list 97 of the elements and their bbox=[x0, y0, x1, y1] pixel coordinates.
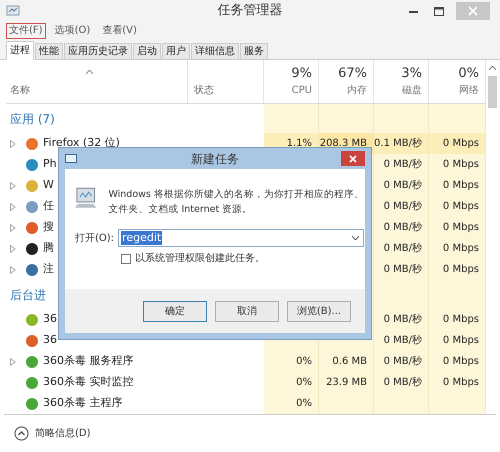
expand-icon[interactable] bbox=[10, 358, 16, 366]
table-cell: 0 MB/秒 bbox=[374, 154, 429, 175]
dialog-message: Windows 将根据你所键入的名称，为你打开相应的程序、文件夹、文档或 Internet 资源。 bbox=[108, 188, 365, 217]
details-toggle-link[interactable]: 简略信息(D) bbox=[35, 426, 91, 441]
close-icon bbox=[349, 154, 357, 162]
scrollbar-thumb[interactable] bbox=[488, 76, 496, 108]
app-icon bbox=[6, 5, 20, 17]
table-cell: 0 Mbps bbox=[429, 217, 486, 238]
dialog-title: 新建任务 bbox=[191, 150, 239, 168]
window-title: 任务管理器 bbox=[218, 2, 282, 20]
usage-percent: 9% bbox=[291, 64, 312, 82]
table-cell bbox=[319, 393, 374, 414]
table-cell bbox=[374, 393, 429, 414]
table-cell: 0 Mbps bbox=[429, 238, 486, 259]
dialog-button[interactable]: 确定 bbox=[143, 300, 207, 322]
table-cell: 0 MB/秒 bbox=[374, 217, 429, 238]
table-cell: 0 Mbps bbox=[429, 372, 486, 393]
table-cell: 0% bbox=[264, 372, 319, 393]
expand-icon[interactable] bbox=[10, 140, 16, 148]
menu-item[interactable]: 文件(F) bbox=[6, 23, 46, 39]
usage-percent: 67% bbox=[338, 64, 367, 82]
close-button[interactable] bbox=[341, 151, 365, 166]
computer-icon bbox=[73, 187, 98, 211]
tab[interactable]: 服务 bbox=[240, 43, 268, 60]
table-cell: 0 Mbps bbox=[429, 351, 486, 372]
tab[interactable]: 进程 bbox=[6, 41, 34, 60]
table-cell: 0 Mbps bbox=[429, 175, 486, 196]
menu-item[interactable]: 选项(O) bbox=[52, 23, 94, 39]
table-cell: 0 MB/秒 bbox=[374, 372, 429, 393]
checkbox-label[interactable]: 以系统管理权限创建此任务。 bbox=[135, 251, 265, 266]
scroll-up-icon[interactable] bbox=[488, 66, 496, 70]
table-cell: 0 MB/秒 bbox=[374, 330, 429, 351]
table-cell: 0 Mbps bbox=[429, 309, 486, 330]
table-cell: 0% bbox=[264, 393, 319, 414]
column-header[interactable]: 磁盘 bbox=[402, 83, 422, 98]
table-cell: 0 MB/秒 bbox=[374, 238, 429, 259]
usage-percent: 0% bbox=[458, 64, 479, 82]
table-cell: 0 Mbps bbox=[429, 330, 486, 351]
table-cell: 0 MB/秒 bbox=[374, 175, 429, 196]
table-cell: 0 MB/秒 bbox=[374, 259, 429, 280]
maximize-icon[interactable] bbox=[434, 6, 444, 16]
table-cell bbox=[429, 393, 486, 414]
table-cell: 0.1 MB/秒 bbox=[374, 133, 429, 154]
table-cell: 0% bbox=[264, 351, 319, 372]
process-name: 腾 bbox=[43, 240, 54, 256]
table-cell bbox=[319, 104, 374, 133]
open-field[interactable]: regedit bbox=[118, 229, 364, 247]
tab[interactable]: 启动 bbox=[133, 43, 161, 60]
column-header[interactable]: 状态 bbox=[194, 83, 263, 98]
checkbox[interactable] bbox=[121, 254, 131, 264]
table-cell: 0 Mbps bbox=[429, 196, 486, 217]
expand-icon[interactable] bbox=[10, 244, 16, 252]
table-cell bbox=[264, 104, 319, 133]
process-name: 360杀毒 主程序 bbox=[43, 395, 122, 412]
expand-icon[interactable] bbox=[10, 224, 16, 232]
process-name: 搜 bbox=[43, 219, 54, 236]
menu-item[interactable]: 查看(V) bbox=[99, 23, 140, 39]
dropdown-caret-icon[interactable] bbox=[352, 236, 360, 240]
group-header: 应用 (7) bbox=[10, 110, 55, 128]
usage-percent: 3% bbox=[401, 64, 422, 82]
tab[interactable]: 应用历史记录 bbox=[64, 43, 132, 60]
table-cell: 23.9 MB bbox=[319, 372, 374, 393]
dialog-button[interactable]: 浏览(B)... bbox=[287, 300, 351, 322]
table-cell: 0 Mbps bbox=[429, 133, 486, 154]
dialog-button[interactable]: 取消 bbox=[215, 300, 279, 322]
process-name: 注 bbox=[43, 261, 54, 278]
tab[interactable]: 用户 bbox=[162, 43, 190, 60]
table-cell: 0 MB/秒 bbox=[374, 196, 429, 217]
process-name: 360杀毒 服务程序 bbox=[43, 353, 134, 370]
table-cell bbox=[429, 104, 486, 133]
column-header[interactable]: CPU bbox=[292, 83, 312, 98]
process-name: Ph bbox=[43, 156, 57, 172]
column-header[interactable]: 名称 bbox=[10, 83, 187, 98]
group-header: 后台进 bbox=[10, 286, 46, 304]
expand-icon[interactable] bbox=[10, 202, 16, 210]
sort-caret-icon bbox=[86, 70, 93, 74]
process-name: 36 bbox=[43, 332, 57, 348]
expand-icon[interactable] bbox=[10, 266, 16, 274]
table-cell: 0 MB/秒 bbox=[374, 351, 429, 372]
run-icon bbox=[65, 154, 77, 163]
table-cell: 0 MB/秒 bbox=[374, 309, 429, 330]
process-name: 360杀毒 实时监控 bbox=[43, 374, 134, 390]
collapse-icon[interactable] bbox=[14, 426, 29, 441]
column-header[interactable]: 网络 bbox=[459, 83, 479, 98]
tab[interactable]: 性能 bbox=[35, 43, 63, 60]
field-label: 打开(O): bbox=[75, 232, 114, 246]
process-name: 36 bbox=[43, 311, 57, 328]
expand-icon[interactable] bbox=[10, 182, 16, 190]
table-cell: 0 Mbps bbox=[429, 154, 486, 175]
table-cell: 0.6 MB bbox=[319, 351, 374, 372]
minimize-icon[interactable] bbox=[409, 10, 418, 12]
tab[interactable]: 详细信息 bbox=[191, 43, 239, 60]
column-header[interactable]: 内存 bbox=[347, 83, 367, 98]
table-cell: 0 Mbps bbox=[429, 259, 486, 280]
table-cell bbox=[374, 104, 429, 133]
process-name: 任 bbox=[43, 198, 54, 214]
process-name: W bbox=[43, 177, 54, 194]
